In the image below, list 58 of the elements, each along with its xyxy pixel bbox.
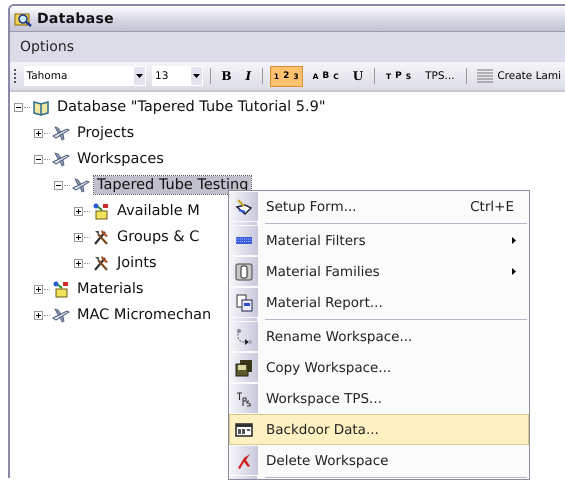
tree-item[interactable]: Groups & C [114,228,202,246]
menu-item[interactable]: Delete Workspace [229,445,529,476]
tree-item[interactable]: MAC Micromechan [74,306,214,324]
window-title: Database [37,10,114,26]
menu-item[interactable]: Material Report... [229,287,529,318]
dropdown-arrow-icon [192,74,200,78]
rename-arrow-icon [235,328,253,346]
box-icon [52,280,70,298]
expand-toggle[interactable] [34,128,43,138]
toolbar-grip[interactable] [14,69,18,83]
format-button[interactable]: U [348,66,368,86]
airplane-icon [52,150,70,168]
script-letters-icon [235,390,253,408]
tree-item[interactable]: Tapered Tube Testing [94,176,252,194]
book-icon [32,98,50,116]
airplane-icon [72,176,90,194]
airplane-icon [52,306,70,324]
menu-item[interactable]: Material Filters [229,225,529,256]
tree-item[interactable]: Available M [114,202,203,220]
collapse-toggle[interactable] [54,180,63,190]
tree-item[interactable]: Materials [74,280,146,298]
documents-icon [235,294,253,312]
expand-toggle[interactable] [34,284,43,294]
menu-item[interactable]: Setup Form... Ctrl+E [229,191,529,222]
font-dropdown[interactable]: Tahoma [24,66,146,86]
menu-item[interactable]: Options [16,37,78,57]
lines-icon [477,69,494,83]
floppy-disks-icon [235,358,253,376]
data-window-icon [235,420,253,438]
hammer-wrench-icon [92,254,110,272]
expand-toggle[interactable] [74,206,83,216]
menu-item[interactable]: Workspace TPS... [229,383,529,414]
cylinder-icon [235,262,253,280]
menu-item[interactable]: Material Families [229,256,529,287]
tree-item[interactable]: Database "Tapered Tube Tutorial 5.9" [54,98,329,116]
expand-toggle[interactable] [34,310,43,320]
airplane-icon [52,124,70,142]
brush-icon [235,198,253,216]
toolbar-button[interactable]: Create Lami [473,66,565,86]
format-button[interactable]: B [217,66,236,86]
box-icon [92,202,110,220]
menu-item[interactable]: Backdoor Data... [229,414,529,445]
tree-item[interactable]: Projects [74,124,138,142]
search-folder-icon [14,10,32,26]
format-button[interactable]: I [241,66,256,86]
size-dropdown[interactable]: 13 [152,66,203,86]
expand-toggle[interactable] [74,232,83,242]
menu-item[interactable]: Copy Workspace... [229,352,529,383]
menu-item[interactable]: Rename Workspace... [229,321,529,352]
collapse-toggle[interactable] [14,102,23,112]
expand-toggle[interactable] [74,258,83,268]
tree-item[interactable]: Workspaces [74,150,167,168]
dropdown-arrow-icon [136,74,144,78]
toolbar-button[interactable]: TPS... [421,66,459,86]
tree-item[interactable]: Joints [114,254,160,272]
delete-icon [235,452,253,470]
collapse-toggle[interactable] [34,154,43,164]
hammer-wrench-icon [92,228,110,246]
